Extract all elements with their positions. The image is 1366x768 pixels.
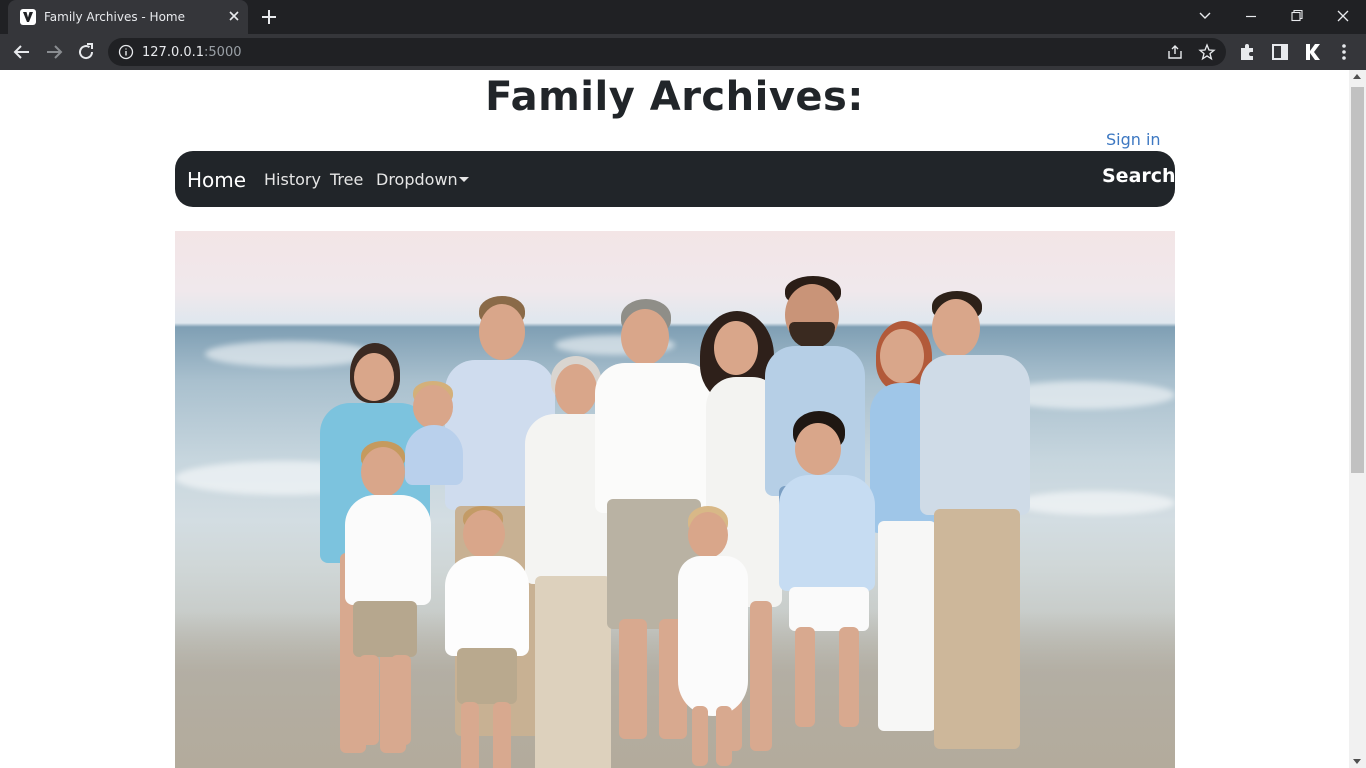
url-text[interactable]: 127.0.0.1:5000 — [142, 45, 242, 60]
kebab-menu-icon[interactable] — [1332, 40, 1356, 64]
address-bar[interactable]: 127.0.0.1:5000 — [108, 38, 1226, 66]
scrollbar-thumb[interactable] — [1351, 87, 1364, 473]
puzzle-icon[interactable] — [1236, 40, 1260, 64]
wave-shape — [205, 341, 375, 367]
family-beach-photo — [175, 231, 1175, 768]
close-icon[interactable] — [226, 8, 242, 24]
info-icon[interactable] — [118, 44, 134, 60]
plus-icon[interactable] — [258, 6, 280, 28]
nav-brand-home[interactable]: Home — [187, 168, 246, 192]
caret-down-icon — [459, 177, 469, 182]
page-viewport: Family Archives: Sign in Home History Tr… — [0, 70, 1349, 768]
window-close-icon[interactable] — [1320, 0, 1366, 34]
nav-link-tree[interactable]: Tree — [330, 170, 363, 189]
share-icon[interactable] — [1166, 43, 1184, 61]
sign-in-link[interactable]: Sign in — [1106, 130, 1161, 149]
main-navbar: Home History Tree Dropdown Search — [175, 151, 1176, 207]
nav-dropdown-toggle[interactable]: Dropdown — [376, 170, 458, 189]
minimize-icon[interactable] — [1228, 0, 1274, 34]
browser-tab-bar: Family Archives - Home — [0, 0, 1366, 34]
nav-link-history[interactable]: History — [264, 170, 321, 189]
nav-search-link[interactable]: Search — [1102, 165, 1176, 187]
wave-shape — [1015, 491, 1175, 515]
arrow-left-icon[interactable] — [10, 40, 34, 64]
site-favicon-icon — [20, 9, 36, 25]
browser-toolbar: 127.0.0.1:5000 — [0, 34, 1366, 70]
browser-tab[interactable]: Family Archives - Home — [8, 0, 248, 34]
star-icon[interactable] — [1198, 43, 1216, 61]
reload-icon[interactable] — [74, 40, 98, 64]
side-panel-icon[interactable] — [1268, 40, 1292, 64]
scroll-up-arrow-icon[interactable] — [1353, 74, 1361, 79]
page-scrollbar[interactable] — [1349, 70, 1366, 768]
tab-title: Family Archives - Home — [44, 10, 185, 24]
scroll-down-arrow-icon[interactable] — [1353, 759, 1361, 764]
restore-icon[interactable] — [1274, 0, 1320, 34]
arrow-right-icon[interactable] — [42, 40, 66, 64]
page-title: Family Archives: — [485, 74, 864, 120]
profile-k-icon[interactable] — [1300, 40, 1324, 64]
chevron-down-icon[interactable] — [1182, 0, 1228, 34]
